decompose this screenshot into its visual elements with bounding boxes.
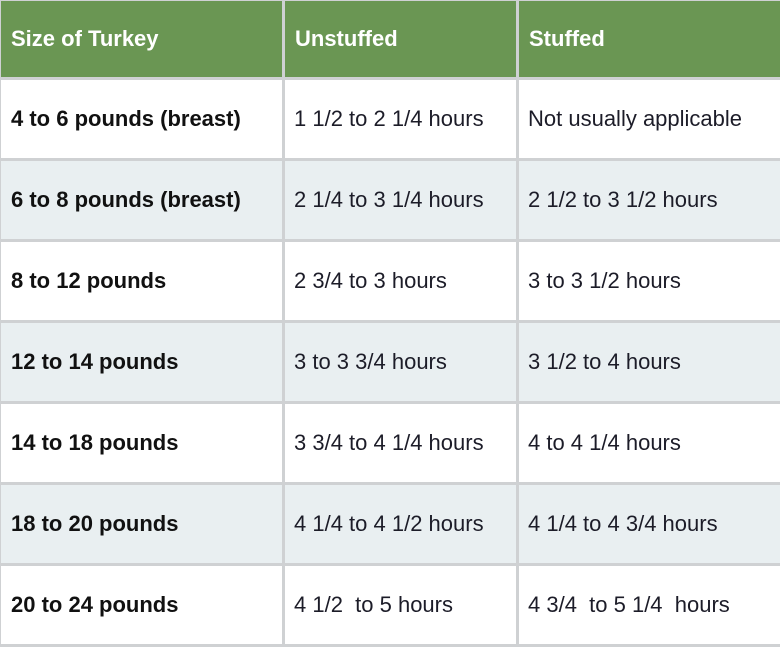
table-row: 12 to 14 pounds 3 to 3 3/4 hours 3 1/2 t… bbox=[0, 322, 780, 403]
unstuffed-time-cell: 3 3/4 to 4 1/4 hours bbox=[284, 403, 518, 484]
turkey-size-cell: 14 to 18 pounds bbox=[0, 403, 284, 484]
stuffed-time-cell: 4 3/4 to 5 1/4 hours bbox=[518, 565, 780, 646]
turkey-size-cell: 6 to 8 pounds (breast) bbox=[0, 160, 284, 241]
turkey-size-cell: 20 to 24 pounds bbox=[0, 565, 284, 646]
turkey-size-cell: 8 to 12 pounds bbox=[0, 241, 284, 322]
table-row: 6 to 8 pounds (breast) 2 1/4 to 3 1/4 ho… bbox=[0, 160, 780, 241]
stuffed-time-cell: Not usually applicable bbox=[518, 79, 780, 160]
stuffed-time-cell: 3 1/2 to 4 hours bbox=[518, 322, 780, 403]
unstuffed-time-cell: 4 1/2 to 5 hours bbox=[284, 565, 518, 646]
header-size-of-turkey: Size of Turkey bbox=[0, 0, 284, 79]
table-row: 18 to 20 pounds 4 1/4 to 4 1/2 hours 4 1… bbox=[0, 484, 780, 565]
header-stuffed: Stuffed bbox=[518, 0, 780, 79]
header-unstuffed: Unstuffed bbox=[284, 0, 518, 79]
unstuffed-time-cell: 4 1/4 to 4 1/2 hours bbox=[284, 484, 518, 565]
table-row: 4 to 6 pounds (breast) 1 1/2 to 2 1/4 ho… bbox=[0, 79, 780, 160]
stuffed-time-cell: 4 1/4 to 4 3/4 hours bbox=[518, 484, 780, 565]
unstuffed-time-cell: 2 1/4 to 3 1/4 hours bbox=[284, 160, 518, 241]
table-row: 20 to 24 pounds 4 1/2 to 5 hours 4 3/4 t… bbox=[0, 565, 780, 646]
turkey-size-cell: 18 to 20 pounds bbox=[0, 484, 284, 565]
turkey-size-cell: 12 to 14 pounds bbox=[0, 322, 284, 403]
stuffed-time-cell: 3 to 3 1/2 hours bbox=[518, 241, 780, 322]
turkey-roasting-times-table: Size of Turkey Unstuffed Stuffed 4 to 6 … bbox=[0, 0, 780, 647]
turkey-size-cell: 4 to 6 pounds (breast) bbox=[0, 79, 284, 160]
stuffed-time-cell: 4 to 4 1/4 hours bbox=[518, 403, 780, 484]
stuffed-time-cell: 2 1/2 to 3 1/2 hours bbox=[518, 160, 780, 241]
unstuffed-time-cell: 2 3/4 to 3 hours bbox=[284, 241, 518, 322]
header-row: Size of Turkey Unstuffed Stuffed bbox=[0, 0, 780, 79]
unstuffed-time-cell: 1 1/2 to 2 1/4 hours bbox=[284, 79, 518, 160]
unstuffed-time-cell: 3 to 3 3/4 hours bbox=[284, 322, 518, 403]
table-row: 14 to 18 pounds 3 3/4 to 4 1/4 hours 4 t… bbox=[0, 403, 780, 484]
table-row: 8 to 12 pounds 2 3/4 to 3 hours 3 to 3 1… bbox=[0, 241, 780, 322]
